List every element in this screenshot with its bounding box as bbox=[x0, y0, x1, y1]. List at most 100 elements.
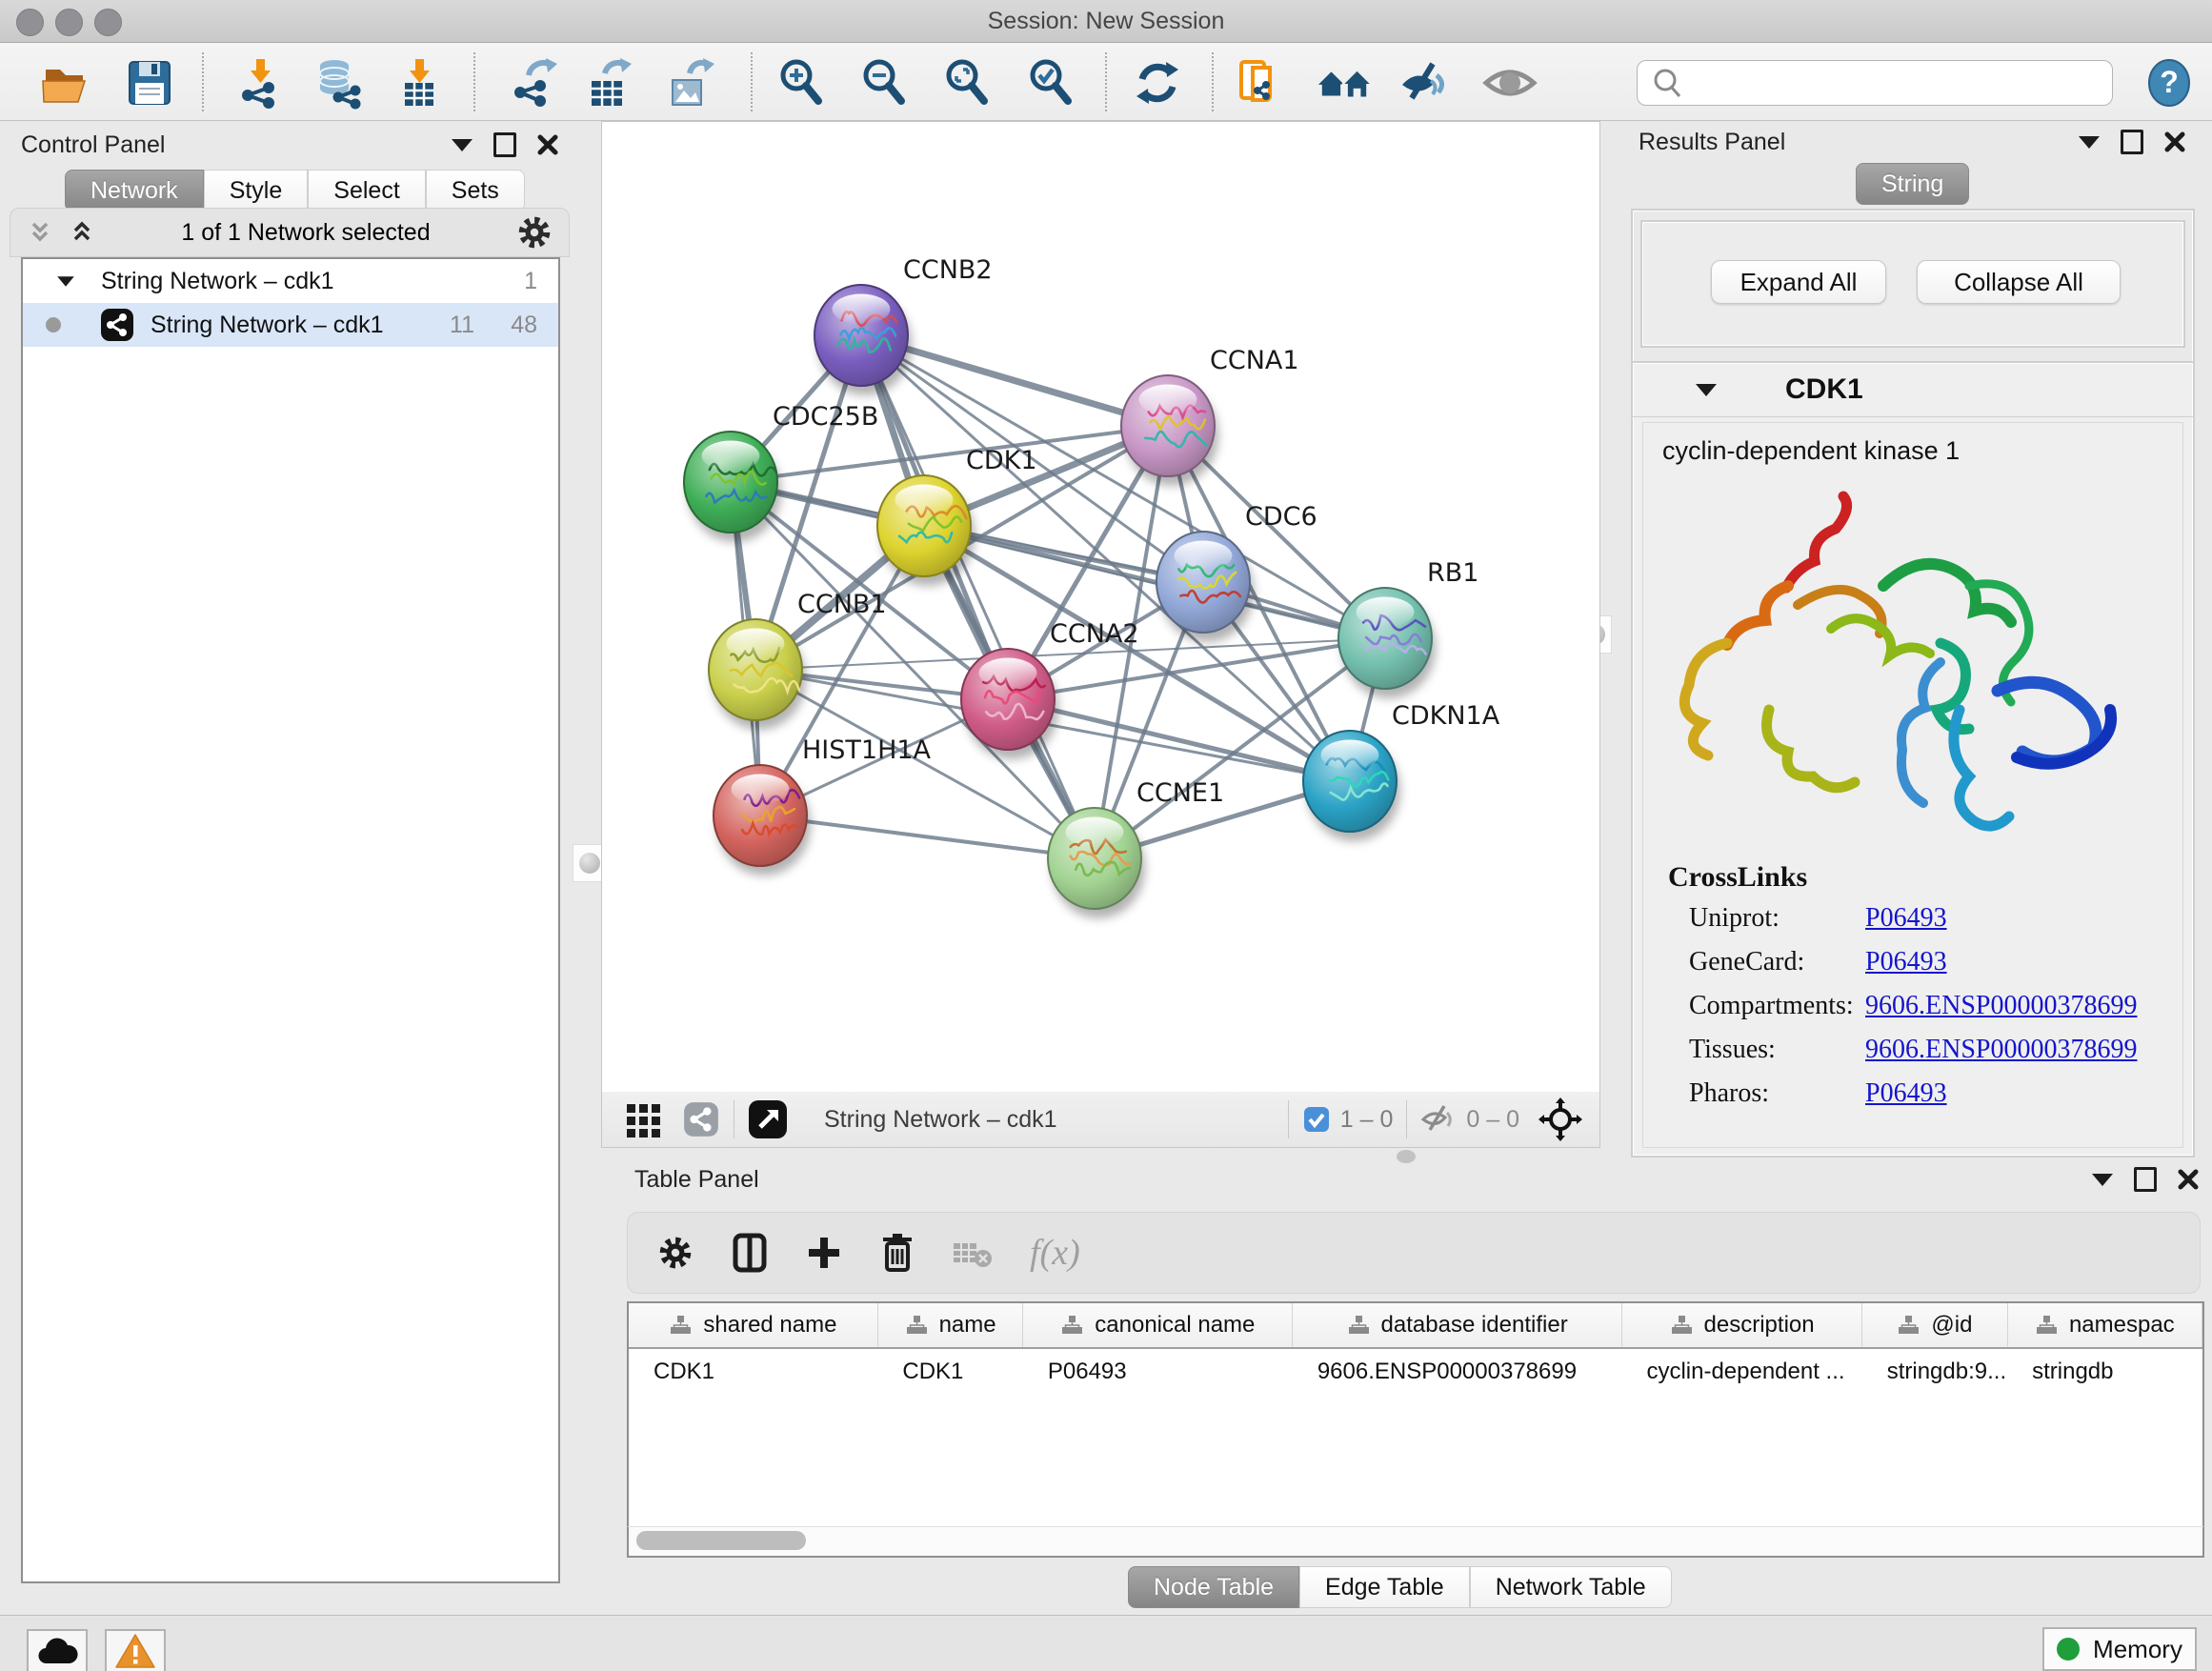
memory-button[interactable]: Memory bbox=[2042, 1627, 2197, 1671]
control-panel-title: Control Panel bbox=[21, 131, 165, 159]
column-header-description[interactable]: description bbox=[1621, 1303, 1861, 1348]
node-CCNE1[interactable] bbox=[1048, 808, 1145, 918]
import-network-from-file-button[interactable] bbox=[232, 55, 288, 111]
collapse-panel-icon[interactable] bbox=[452, 139, 473, 151]
float-panel-icon[interactable] bbox=[2121, 130, 2143, 154]
chevron-double-up-icon[interactable] bbox=[68, 218, 96, 247]
edge-CDK1-RB1[interactable] bbox=[924, 526, 1385, 638]
refresh-button[interactable] bbox=[1130, 55, 1185, 111]
node-CCNA2[interactable] bbox=[961, 649, 1058, 759]
open-session-button[interactable] bbox=[38, 55, 93, 111]
column-label: description bbox=[1704, 1312, 1815, 1339]
network-view-icon[interactable] bbox=[682, 1100, 720, 1138]
network-collection-row[interactable]: String Network – cdk1 1 bbox=[23, 259, 558, 303]
node-CDKN1A[interactable] bbox=[1303, 731, 1400, 841]
grid-view-icon[interactable] bbox=[625, 1100, 663, 1138]
crosslink-pharos[interactable]: P06493 bbox=[1865, 1078, 1947, 1109]
node-CCNA1[interactable] bbox=[1121, 375, 1218, 486]
tab-style[interactable]: Style bbox=[204, 170, 309, 211]
table-cell[interactable]: P06493 bbox=[1023, 1348, 1293, 1395]
clone-network-button[interactable] bbox=[1233, 55, 1288, 111]
table-cell[interactable]: stringdb:9... bbox=[1862, 1348, 2007, 1395]
zoom-selected-button[interactable] bbox=[1023, 55, 1078, 111]
column-header-canonical-name[interactable]: canonical name bbox=[1023, 1303, 1293, 1348]
float-panel-icon[interactable] bbox=[2134, 1167, 2157, 1192]
table-cell[interactable]: CDK1 bbox=[629, 1348, 877, 1395]
gene-result-header[interactable]: CDK1 bbox=[1633, 363, 2193, 417]
column-header-shared-name[interactable]: shared name bbox=[629, 1303, 877, 1348]
export-network-button[interactable] bbox=[507, 55, 562, 111]
table-cell[interactable]: CDK1 bbox=[877, 1348, 1023, 1395]
gear-icon[interactable] bbox=[515, 213, 553, 252]
float-panel-icon[interactable] bbox=[493, 132, 516, 157]
tab-network[interactable]: Network bbox=[65, 170, 204, 211]
column-header-database-identifier[interactable]: database identifier bbox=[1293, 1303, 1622, 1348]
crosshair-icon[interactable] bbox=[1538, 1097, 1582, 1141]
node-RB1[interactable] bbox=[1338, 588, 1436, 698]
table-cell[interactable]: 9606.ENSP00000378699 bbox=[1293, 1348, 1622, 1395]
crosslink-compartments[interactable]: 9606.ENSP00000378699 bbox=[1865, 991, 2137, 1021]
gear-icon[interactable] bbox=[656, 1234, 694, 1272]
collection-expander-icon[interactable] bbox=[57, 276, 74, 286]
network-row[interactable]: String Network – cdk1 11 48 bbox=[23, 303, 558, 347]
search-input[interactable] bbox=[1689, 63, 2112, 103]
scrollbar-thumb[interactable] bbox=[636, 1531, 806, 1550]
crosslink-genecard[interactable]: P06493 bbox=[1865, 947, 1947, 977]
node-HIST1H1A[interactable] bbox=[714, 765, 811, 876]
zoom-out-button[interactable] bbox=[856, 55, 912, 111]
column-header--id[interactable]: @id bbox=[1862, 1303, 2007, 1348]
table-cell[interactable]: stringdb bbox=[2007, 1348, 2202, 1395]
gene-expander-icon[interactable] bbox=[1696, 384, 1717, 396]
home-button[interactable] bbox=[1317, 55, 1372, 111]
tab-node-table[interactable]: Node Table bbox=[1128, 1566, 1299, 1608]
table-cell[interactable]: cyclin-dependent ... bbox=[1621, 1348, 1861, 1395]
crosslink-uniprot[interactable]: P06493 bbox=[1865, 903, 1947, 934]
tab-select[interactable]: Select bbox=[308, 170, 425, 211]
network-name: String Network – cdk1 bbox=[151, 312, 384, 339]
eye-icon bbox=[1482, 56, 1538, 110]
zoom-fit-button[interactable] bbox=[939, 55, 995, 111]
import-table-from-file-button[interactable] bbox=[392, 55, 447, 111]
table-horizontal-scrollbar[interactable] bbox=[627, 1526, 2204, 1558]
warning-status-button[interactable] bbox=[105, 1629, 166, 1671]
delete-column-icon[interactable] bbox=[879, 1232, 915, 1274]
expand-all-button[interactable]: Expand All bbox=[1711, 260, 1886, 304]
selected-checkbox-icon[interactable] bbox=[1302, 1105, 1331, 1134]
table-row[interactable]: CDK1CDK1P064939606.ENSP00000378699cyclin… bbox=[629, 1348, 2202, 1395]
close-panel-icon[interactable] bbox=[2178, 1169, 2199, 1190]
table-panel-tabs: Node Table Edge Table Network Table bbox=[1128, 1566, 1672, 1608]
column-header-namespac[interactable]: namespac bbox=[2007, 1303, 2202, 1348]
node-CDK1[interactable] bbox=[877, 475, 975, 586]
export-table-button[interactable] bbox=[581, 55, 636, 111]
tab-network-table[interactable]: Network Table bbox=[1470, 1566, 1672, 1608]
help-button[interactable]: ? bbox=[2142, 55, 2197, 111]
edge-CCNB2-CCNE1[interactable] bbox=[861, 335, 1095, 858]
tab-string[interactable]: String bbox=[1856, 163, 1969, 205]
hide-graphics-button[interactable] bbox=[1398, 55, 1454, 111]
save-session-button[interactable] bbox=[122, 55, 177, 111]
close-panel-icon[interactable] bbox=[537, 134, 558, 155]
hierarchy-icon bbox=[1670, 1315, 1693, 1336]
import-network-from-database-button[interactable] bbox=[311, 55, 366, 111]
network-view-canvas[interactable]: CCNB2CCNA1CDC25BCDK1CDC6RB1CCNB1CCNA2CDK… bbox=[601, 121, 1600, 1093]
column-header-name[interactable]: name bbox=[877, 1303, 1023, 1348]
network-graph[interactable]: CCNB2CCNA1CDC25BCDK1CDC6RB1CCNB1CCNA2CDK… bbox=[602, 122, 1599, 1092]
node-CDC6[interactable] bbox=[1156, 532, 1254, 642]
close-panel-icon[interactable] bbox=[2164, 131, 2185, 152]
crosslink-tissues[interactable]: 9606.ENSP00000378699 bbox=[1865, 1035, 2137, 1065]
node-CCNB2[interactable] bbox=[814, 285, 912, 395]
collapse-panel-icon[interactable] bbox=[2092, 1174, 2113, 1186]
chevron-double-down-icon[interactable] bbox=[26, 218, 54, 247]
show-columns-icon[interactable] bbox=[731, 1232, 769, 1274]
cloud-status-button[interactable] bbox=[27, 1629, 88, 1671]
tab-sets[interactable]: Sets bbox=[426, 170, 525, 211]
birds-eye-view-icon[interactable] bbox=[748, 1099, 788, 1139]
export-image-button[interactable] bbox=[664, 55, 719, 111]
zoom-in-button[interactable] bbox=[774, 55, 829, 111]
tab-edge-table[interactable]: Edge Table bbox=[1299, 1566, 1470, 1608]
node-CDC25B[interactable] bbox=[684, 432, 781, 542]
show-graphics-button[interactable] bbox=[1482, 55, 1538, 111]
collapse-panel-icon[interactable] bbox=[2079, 136, 2100, 149]
collapse-all-button[interactable]: Collapse All bbox=[1917, 260, 2121, 304]
add-column-icon[interactable] bbox=[805, 1234, 843, 1272]
